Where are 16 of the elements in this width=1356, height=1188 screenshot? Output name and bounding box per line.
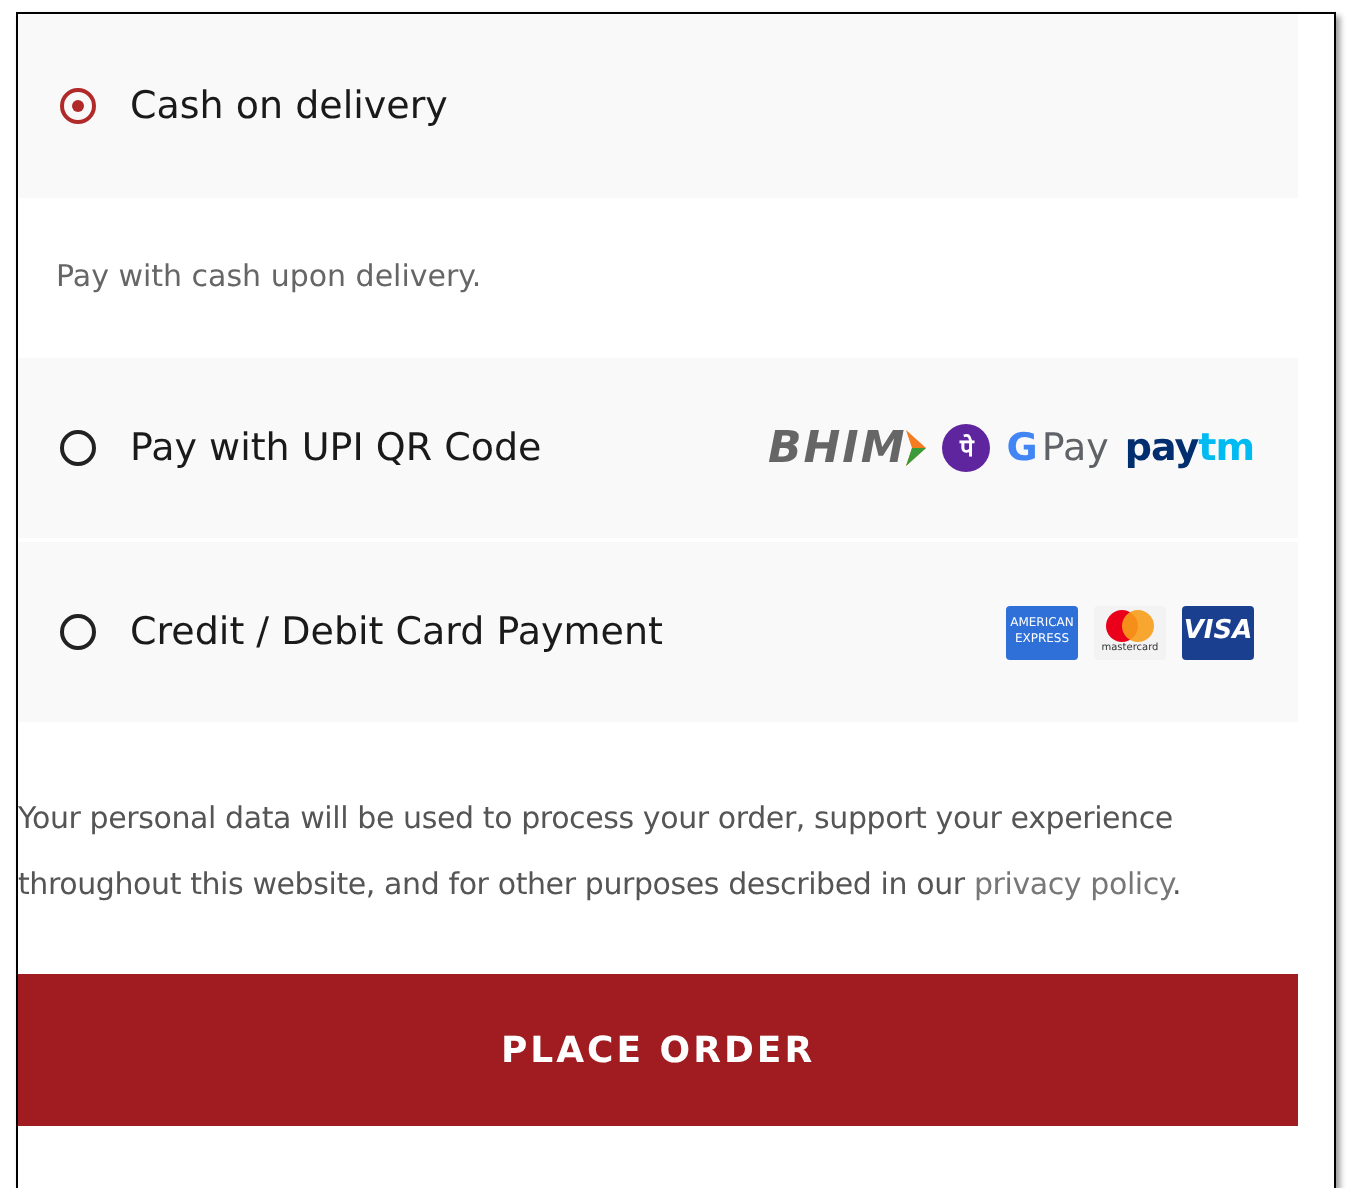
privacy-notice: Your personal data will be used to process your order, support your experience throughout this website, and for other purposes described in our privacy policy. xyxy=(18,798,1184,906)
radio-button[interactable] xyxy=(60,430,96,466)
radio-button[interactable] xyxy=(60,88,96,124)
payment-option[interactable]: Cash on delivery xyxy=(18,14,1298,198)
payment-description: Pay with cash upon delivery. xyxy=(56,255,482,298)
paytm-logo: paytm xyxy=(1124,423,1254,474)
phonepe-logo: पे xyxy=(942,424,991,472)
chevron-icon xyxy=(906,430,927,466)
radio-button[interactable] xyxy=(60,614,96,650)
payment-option[interactable]: Pay with UPI QR Code BHIM पे G Pay paytm xyxy=(18,354,1298,538)
pay-logo: Pay xyxy=(1041,423,1109,474)
visa-logo: VISA xyxy=(1182,605,1254,659)
privacy-policy-link[interactable]: privacy policy xyxy=(973,866,1172,902)
g-logo: G xyxy=(1006,423,1038,474)
bhim-logo: BHIM xyxy=(768,421,907,477)
place-order-button[interactable]: PLACE ORDER xyxy=(18,974,1298,1126)
